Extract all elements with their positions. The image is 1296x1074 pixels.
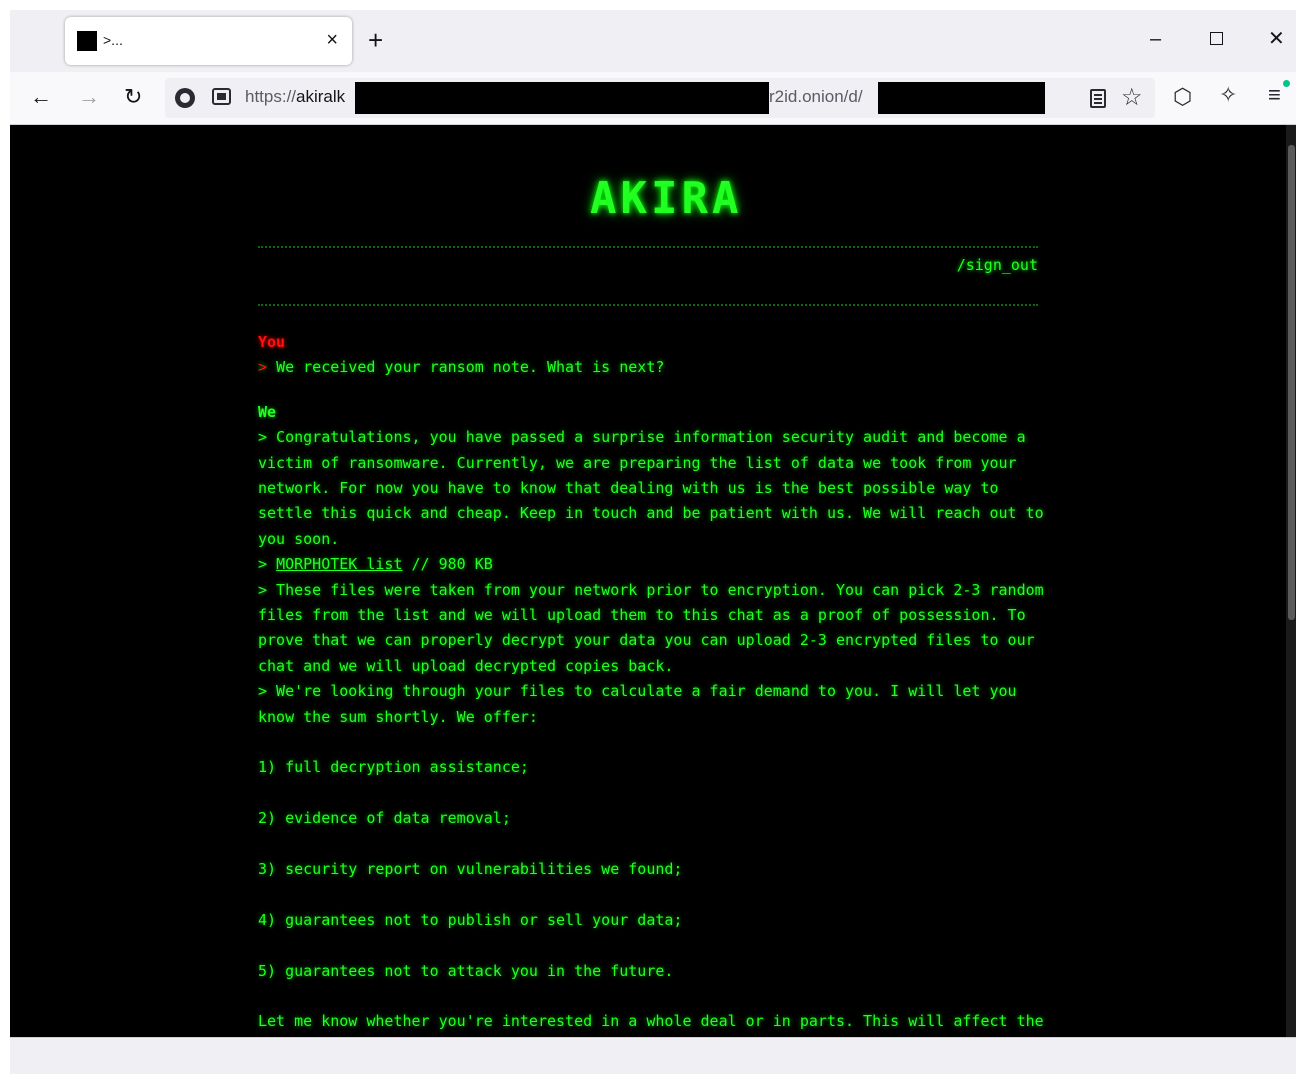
window-close-icon[interactable]: ✕ (1268, 26, 1285, 52)
tab-favicon-icon (77, 31, 97, 51)
scrollbar-thumb[interactable] (1288, 145, 1295, 620)
page-content: AKIRA /sign_out You > We received your r… (10, 125, 1296, 1037)
tab-title: >... (103, 32, 123, 48)
chat-log: You > We received your ransom note. What… (258, 330, 1048, 1037)
bookmark-star-icon[interactable]: ☆ (1121, 84, 1143, 112)
update-badge (1283, 80, 1290, 87)
sender-you: You (258, 333, 286, 351)
redaction-box (355, 82, 769, 114)
closing-message: Let me know whether you're interested in… (258, 1012, 1044, 1031)
divider (258, 246, 1038, 248)
divider (258, 304, 1038, 306)
new-identity-icon[interactable]: ✧ (1219, 82, 1237, 108)
offer-item: 1) full decryption assistance; (258, 758, 529, 777)
offer-item: 2) evidence of data removal; (258, 809, 511, 828)
redaction-box (878, 82, 1045, 114)
sender-we: We (258, 402, 277, 421)
browser-window: >... × + – ✕ ← → ↻ https://akiralk r2id.… (10, 10, 1296, 1074)
list-line: > MORPHOTEK list // 980 KB (258, 555, 493, 574)
window-minimize-icon[interactable]: – (1150, 26, 1161, 52)
url-middle[interactable]: r2id.onion/d/ (769, 87, 863, 107)
we-message-1: > Congratulations, you have passed a sur… (258, 428, 1053, 548)
you-prompt: > (258, 358, 268, 377)
reader-view-icon[interactable] (1090, 89, 1106, 108)
navigation-toolbar: ← → ↻ https://akiralk r2id.onion/d/ ☆ ⬡ … (10, 72, 1296, 125)
list-size: // 980 KB (402, 555, 493, 574)
sign-out-link[interactable]: /sign_out (957, 256, 1038, 274)
scrollbar[interactable] (1286, 125, 1296, 1037)
tab-bar: >... × + – ✕ (10, 10, 1296, 72)
we-message-2: > These files were taken from your netwo… (258, 580, 1053, 675)
shield-icon[interactable]: ⬡ (1173, 84, 1192, 110)
we-message-3: > We're looking through your files to ca… (258, 682, 1026, 726)
url-start[interactable]: https://akiralk (245, 87, 345, 107)
you-message: > We received your ransom note. What is … (258, 355, 1048, 380)
tab-close-icon[interactable]: × (326, 28, 338, 52)
hamburger-menu-icon[interactable]: ≡ (1268, 82, 1281, 108)
active-tab[interactable]: >... × (65, 17, 352, 65)
offer-item: 5) guarantees not to attack you in the f… (258, 961, 674, 980)
offer-item: 3) security report on vulnerabilities we… (258, 860, 683, 879)
onion-icon[interactable] (175, 88, 195, 108)
offer-item: 4) guarantees not to publish or sell you… (258, 910, 683, 929)
status-bar (10, 1037, 1296, 1074)
address-bar[interactable]: https://akiralk r2id.onion/d/ ☆ (165, 78, 1155, 118)
file-list-link[interactable]: MORPHOTEK list (276, 555, 402, 573)
back-arrow-icon[interactable]: ← (30, 84, 52, 110)
permissions-icon[interactable] (212, 88, 231, 105)
you-message-text: We received your ransom note. What is ne… (276, 358, 665, 377)
window-maximize-icon[interactable] (1210, 26, 1223, 52)
akira-logo: AKIRA (590, 173, 743, 224)
reload-icon[interactable]: ↻ (124, 84, 142, 110)
new-tab-icon[interactable]: + (368, 26, 383, 54)
forward-arrow-icon[interactable]: → (78, 84, 100, 110)
